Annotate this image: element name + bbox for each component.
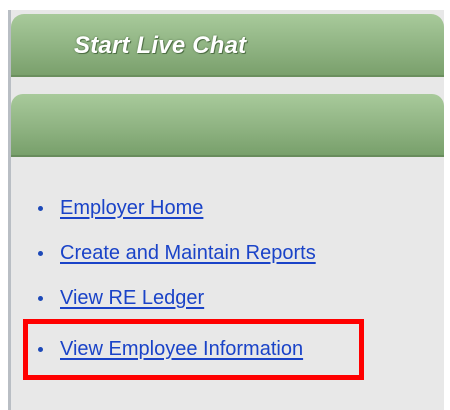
employer-menu: Employer Home Create and Maintain Report…	[0, 0, 450, 410]
bullet-icon	[38, 205, 43, 211]
view-employee-information-link[interactable]: View Employee Information	[60, 338, 303, 361]
bullet-icon	[38, 295, 43, 301]
bullet-icon	[38, 346, 43, 352]
menu-item-employer-home[interactable]: Employer Home	[38, 194, 203, 222]
employer-home-link[interactable]: Employer Home	[60, 197, 203, 220]
view-re-ledger-link[interactable]: View RE Ledger	[60, 287, 204, 310]
create-and-maintain-reports-link[interactable]: Create and Maintain Reports	[60, 242, 316, 265]
menu-item-view-re-ledger[interactable]: View RE Ledger	[38, 284, 204, 312]
bullet-icon	[38, 250, 43, 256]
menu-item-create-and-maintain-reports[interactable]: Create and Maintain Reports	[38, 239, 316, 267]
menu-item-view-employee-information[interactable]: View Employee Information	[38, 335, 303, 363]
